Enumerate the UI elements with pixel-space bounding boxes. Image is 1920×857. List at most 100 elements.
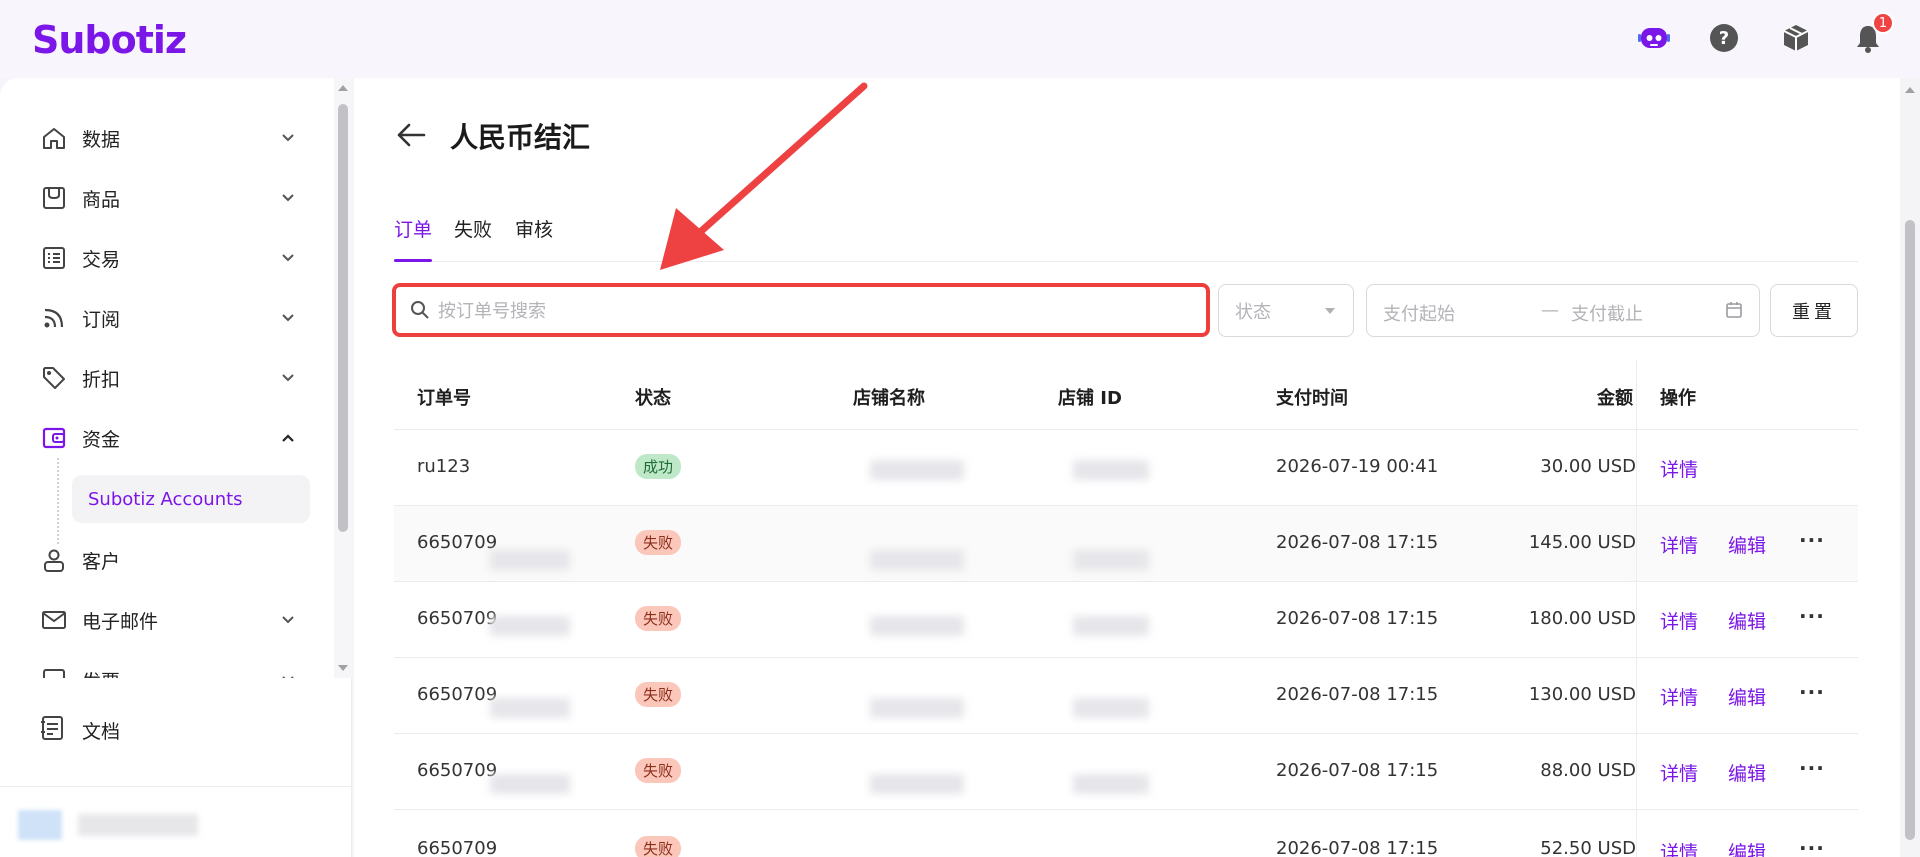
sidebar-nav: 数据 商品 交易 订阅 折扣 资金 Subotiz Accounts 客户 电子… <box>0 78 334 678</box>
sidebar-item-docs[interactable]: 文档 <box>38 708 120 752</box>
sidebar-item-label: 商品 <box>82 188 121 211</box>
sidebar-item-label: 交易 <box>82 248 121 271</box>
status-select[interactable]: 状态 <box>1218 284 1354 337</box>
notification-bell-icon[interactable]: 1 <box>1850 12 1894 56</box>
table-row[interactable]: 6650709 失败 2026-07-08 17:15 52.50 USD 详情… <box>394 810 1858 857</box>
details-link[interactable]: 详情 <box>1660 759 1698 786</box>
payment-date-range-picker[interactable]: 支付起始 — 支付截止 <box>1366 284 1760 337</box>
chevron-down-icon <box>282 374 294 382</box>
chevron-down-icon <box>282 194 294 202</box>
amount: 88.00 USD <box>1540 760 1636 781</box>
chevron-up-icon <box>282 434 294 442</box>
tab-failed[interactable]: 失败 <box>454 216 492 262</box>
amount: 52.50 USD <box>1540 838 1636 857</box>
order-id: 6650709 <box>417 838 498 857</box>
list-icon <box>38 242 70 274</box>
main-scroll-thumb[interactable] <box>1905 220 1915 840</box>
table-row[interactable]: 6650709 失败 2026-07-08 17:15 130.00 USD 详… <box>394 658 1858 734</box>
sidebar-item-email[interactable]: 电子邮件 <box>38 598 298 642</box>
search-icon <box>411 301 429 319</box>
details-link[interactable]: 详情 <box>1660 683 1698 710</box>
order-id: 6650709 <box>417 608 498 629</box>
sidebar-scroll-thumb[interactable] <box>338 104 348 532</box>
status-badge: 失败 <box>635 758 682 783</box>
account-avatar[interactable] <box>18 808 238 848</box>
help-icon[interactable]: ? <box>1706 20 1742 56</box>
sidebar-item-label: 客户 <box>82 550 121 573</box>
top-bar: Subotiz ? 1 <box>0 0 1920 78</box>
column-header-store-id: 店铺 ID <box>1058 388 1122 409</box>
edit-link[interactable]: 编辑 <box>1728 759 1766 786</box>
sidebar-item-transactions[interactable]: 交易 <box>38 236 298 280</box>
table-row[interactable]: 6650709 失败 2026-07-08 17:15 145.00 USD 详… <box>394 506 1858 582</box>
docs-icon <box>38 714 66 746</box>
more-actions-icon[interactable]: ··· <box>1799 680 1825 704</box>
caret-down-icon <box>1325 308 1335 314</box>
sidebar-item-invoices[interactable]: 发票 <box>38 658 298 678</box>
more-actions-icon[interactable]: ··· <box>1799 756 1825 780</box>
more-actions-icon[interactable]: ··· <box>1799 604 1825 628</box>
tab-review[interactable]: 审核 <box>515 216 553 262</box>
date-start-placeholder: 支付起始 <box>1383 304 1455 325</box>
table-row[interactable]: 6650709 失败 2026-07-08 17:15 88.00 USD 详情… <box>394 734 1858 810</box>
back-arrow-icon[interactable] <box>394 118 428 152</box>
amount: 130.00 USD <box>1528 684 1636 705</box>
package-icon[interactable] <box>1778 20 1814 56</box>
details-link[interactable]: 详情 <box>1660 455 1698 482</box>
pay-time: 2026-07-08 17:15 <box>1276 838 1439 857</box>
logo[interactable]: Subotiz <box>32 18 187 62</box>
column-header-amount: 金额 <box>1597 388 1633 409</box>
pay-time: 2026-07-19 00:41 <box>1276 456 1439 477</box>
sidebar-item-funds[interactable]: 资金 <box>38 416 298 460</box>
scroll-up-arrow-icon[interactable] <box>337 82 349 94</box>
status-badge: 成功 <box>635 454 682 479</box>
chevron-down-icon <box>282 134 294 142</box>
page-title: 人民币结汇 <box>450 121 591 154</box>
more-actions-icon[interactable]: ··· <box>1799 836 1825 857</box>
main-scrollbar[interactable] <box>1900 78 1920 857</box>
edit-link[interactable]: 编辑 <box>1728 607 1766 634</box>
assistant-bot-icon[interactable] <box>1636 20 1672 56</box>
tab-orders[interactable]: 订单 <box>394 216 433 262</box>
redacted-order-suffix <box>490 550 570 570</box>
sidebar-scrollbar[interactable] <box>334 78 352 678</box>
redacted-store-id <box>1073 460 1149 480</box>
tab-bar: 订单 失败 审核 <box>394 216 1858 262</box>
annotation-arrow-icon <box>660 82 868 270</box>
chevron-down-icon <box>282 676 294 678</box>
sidebar-item-discounts[interactable]: 折扣 <box>38 356 298 400</box>
details-link[interactable]: 详情 <box>1660 607 1698 634</box>
scroll-up-arrow-icon[interactable] <box>1904 84 1916 96</box>
notification-badge: 1 <box>1872 12 1894 34</box>
table-row[interactable]: 6650709 失败 2026-07-08 17:15 180.00 USD 详… <box>394 582 1858 658</box>
redacted-store-name <box>870 698 964 718</box>
table-header: 订单号 状态 店铺名称 店铺 ID 支付时间 金额 操作 <box>394 360 1858 430</box>
sidebar-item-data[interactable]: 数据 <box>38 116 298 160</box>
sidebar-subitem-subotiz-accounts[interactable]: Subotiz Accounts <box>72 475 310 523</box>
edit-link[interactable]: 编辑 <box>1728 531 1766 558</box>
more-actions-icon[interactable]: ··· <box>1799 528 1825 552</box>
sidebar-item-subscriptions[interactable]: 订阅 <box>38 296 298 340</box>
table-row[interactable]: ru123 成功 2026-07-19 00:41 30.00 USD 详情 <box>394 430 1858 506</box>
details-link[interactable]: 详情 <box>1660 838 1698 857</box>
redacted-store-name <box>870 550 964 570</box>
sidebar-item-customers[interactable]: 客户 <box>38 538 298 582</box>
status-badge: 失败 <box>635 530 682 555</box>
order-id: 6650709 <box>417 532 498 553</box>
sidebar-item-products[interactable]: 商品 <box>38 176 298 220</box>
redacted-store-id <box>1073 774 1149 794</box>
scroll-down-arrow-icon[interactable] <box>337 662 349 674</box>
status-badge: 失败 <box>635 682 682 707</box>
reset-button[interactable]: 重置 <box>1770 284 1858 337</box>
edit-link[interactable]: 编辑 <box>1728 838 1766 857</box>
details-link[interactable]: 详情 <box>1660 531 1698 558</box>
redacted-order-suffix <box>490 616 570 636</box>
chevron-down-icon <box>282 616 294 624</box>
edit-link[interactable]: 编辑 <box>1728 683 1766 710</box>
column-header-store-name: 店铺名称 <box>853 388 925 409</box>
tag-icon <box>38 362 70 394</box>
submenu-guide-line <box>57 458 59 544</box>
column-header-pay-time: 支付时间 <box>1276 388 1348 409</box>
date-separator: — <box>1541 300 1559 321</box>
order-search-input[interactable]: 按订单号搜索 <box>392 283 1210 337</box>
